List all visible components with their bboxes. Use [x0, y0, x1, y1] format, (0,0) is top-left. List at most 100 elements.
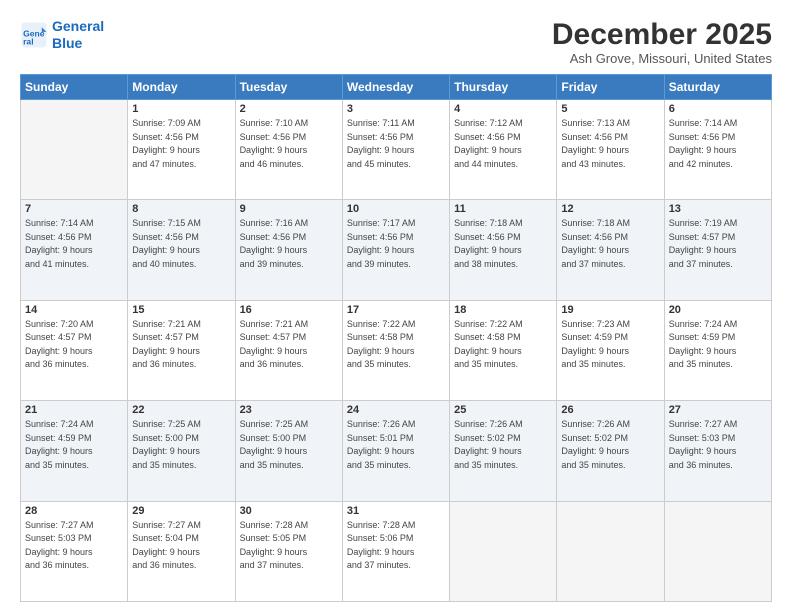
day-info: Sunrise: 7:21 AM Sunset: 4:57 PM Dayligh… — [132, 318, 230, 372]
calendar-week-row: 28 Sunrise: 7:27 AM Sunset: 5:03 PM Dayli… — [21, 501, 772, 601]
day-number: 5 — [561, 103, 659, 115]
day-number: 30 — [240, 505, 338, 517]
day-info: Sunrise: 7:15 AM Sunset: 4:56 PM Dayligh… — [132, 217, 230, 271]
calendar-day-cell: 20Sunrise: 7:24 AM Sunset: 4:59 PM Dayli… — [664, 300, 771, 400]
calendar-table: SundayMondayTuesdayWednesdayThursdayFrid… — [20, 74, 772, 602]
calendar-week-row: 14 Sunrise: 7:20 AM Sunset: 4:57 PM Dayli… — [21, 300, 772, 400]
day-header-saturday: Saturday — [664, 75, 771, 100]
page: Gene ral General Blue December 2025 Ash … — [0, 0, 792, 612]
day-number: 16 — [240, 304, 338, 316]
day-info: Sunrise: 7:26 AM Sunset: 5:01 PM Dayligh… — [347, 418, 445, 472]
day-info: Sunrise: 7:09 AM Sunset: 4:56 PM Dayligh… — [132, 117, 230, 171]
calendar-week-row: 21 Sunrise: 7:24 AM Sunset: 4:59 PM Dayli… — [21, 401, 772, 501]
calendar-day-cell: 18 Sunrise: 7:22 AM Sunset: 4:58 PM Dayli… — [450, 300, 557, 400]
day-number: 1 — [132, 103, 230, 115]
day-info: Sunrise: 7:14 AM Sunset: 4:56 PM Dayligh… — [25, 217, 123, 271]
day-number: 3 — [347, 103, 445, 115]
day-number: 9 — [240, 203, 338, 215]
calendar-day-cell: 10Sunrise: 7:17 AM Sunset: 4:56 PM Dayli… — [342, 200, 449, 300]
day-info: Sunrise: 7:24 AM Sunset: 4:59 PM Dayligh… — [25, 418, 123, 472]
title-block: December 2025 Ash Grove, Missouri, Unite… — [552, 18, 772, 66]
calendar-day-cell: 8 Sunrise: 7:15 AM Sunset: 4:56 PM Daylig… — [128, 200, 235, 300]
calendar-day-cell: 19 Sunrise: 7:23 AM Sunset: 4:59 PM Dayli… — [557, 300, 664, 400]
day-info: Sunrise: 7:20 AM Sunset: 4:57 PM Dayligh… — [25, 318, 123, 372]
day-info: Sunrise: 7:25 AM Sunset: 5:00 PM Dayligh… — [132, 418, 230, 472]
day-number: 7 — [25, 203, 123, 215]
day-header-tuesday: Tuesday — [235, 75, 342, 100]
day-number: 18 — [454, 304, 552, 316]
day-info: Sunrise: 7:16 AM Sunset: 4:56 PM Dayligh… — [240, 217, 338, 271]
day-number: 28 — [25, 505, 123, 517]
day-number: 17 — [347, 304, 445, 316]
calendar-day-cell: 26 Sunrise: 7:26 AM Sunset: 5:02 PM Dayli… — [557, 401, 664, 501]
calendar-day-cell: 28 Sunrise: 7:27 AM Sunset: 5:03 PM Dayli… — [21, 501, 128, 601]
day-header-monday: Monday — [128, 75, 235, 100]
calendar-day-cell: 16 Sunrise: 7:21 AM Sunset: 4:57 PM Dayli… — [235, 300, 342, 400]
day-number: 31 — [347, 505, 445, 517]
calendar-day-cell: 1 Sunrise: 7:09 AM Sunset: 4:56 PM Daylig… — [128, 100, 235, 200]
day-header-sunday: Sunday — [21, 75, 128, 100]
calendar-day-cell — [557, 501, 664, 601]
calendar-header-row: SundayMondayTuesdayWednesdayThursdayFrid… — [21, 75, 772, 100]
svg-text:ral: ral — [23, 36, 33, 46]
day-info: Sunrise: 7:10 AM Sunset: 4:56 PM Dayligh… — [240, 117, 338, 171]
day-info: Sunrise: 7:18 AM Sunset: 4:56 PM Dayligh… — [561, 217, 659, 271]
day-info: Sunrise: 7:11 AM Sunset: 4:56 PM Dayligh… — [347, 117, 445, 171]
day-info: Sunrise: 7:24 AM Sunset: 4:59 PM Dayligh… — [669, 318, 767, 372]
day-number: 29 — [132, 505, 230, 517]
day-number: 15 — [132, 304, 230, 316]
day-number: 19 — [561, 304, 659, 316]
calendar-day-cell: 13 Sunrise: 7:19 AM Sunset: 4:57 PM Dayli… — [664, 200, 771, 300]
calendar-day-cell: 22Sunrise: 7:25 AM Sunset: 5:00 PM Dayli… — [128, 401, 235, 501]
calendar-day-cell: 6 Sunrise: 7:14 AM Sunset: 4:56 PM Daylig… — [664, 100, 771, 200]
day-info: Sunrise: 7:26 AM Sunset: 5:02 PM Dayligh… — [454, 418, 552, 472]
page-subtitle: Ash Grove, Missouri, United States — [552, 51, 772, 66]
day-info: Sunrise: 7:25 AM Sunset: 5:00 PM Dayligh… — [240, 418, 338, 472]
day-number: 21 — [25, 404, 123, 416]
day-info: Sunrise: 7:26 AM Sunset: 5:02 PM Dayligh… — [561, 418, 659, 472]
day-number: 14 — [25, 304, 123, 316]
day-number: 4 — [454, 103, 552, 115]
day-number: 2 — [240, 103, 338, 115]
calendar-day-cell: 9 Sunrise: 7:16 AM Sunset: 4:56 PM Daylig… — [235, 200, 342, 300]
calendar-day-cell: 24Sunrise: 7:26 AM Sunset: 5:01 PM Dayli… — [342, 401, 449, 501]
day-header-wednesday: Wednesday — [342, 75, 449, 100]
logo-text: General Blue — [52, 18, 104, 52]
calendar-day-cell: 14 Sunrise: 7:20 AM Sunset: 4:57 PM Dayli… — [21, 300, 128, 400]
day-info: Sunrise: 7:21 AM Sunset: 4:57 PM Dayligh… — [240, 318, 338, 372]
calendar-day-cell: 11Sunrise: 7:18 AM Sunset: 4:56 PM Dayli… — [450, 200, 557, 300]
calendar-day-cell: 17 Sunrise: 7:22 AM Sunset: 4:58 PM Dayli… — [342, 300, 449, 400]
calendar-day-cell: 31 Sunrise: 7:28 AM Sunset: 5:06 PM Dayli… — [342, 501, 449, 601]
day-number: 26 — [561, 404, 659, 416]
calendar-day-cell — [21, 100, 128, 200]
day-info: Sunrise: 7:12 AM Sunset: 4:56 PM Dayligh… — [454, 117, 552, 171]
day-info: Sunrise: 7:28 AM Sunset: 5:05 PM Dayligh… — [240, 519, 338, 573]
calendar-day-cell: 25 Sunrise: 7:26 AM Sunset: 5:02 PM Dayli… — [450, 401, 557, 501]
calendar-day-cell: 30 Sunrise: 7:28 AM Sunset: 5:05 PM Dayli… — [235, 501, 342, 601]
calendar-week-row: 7 Sunrise: 7:14 AM Sunset: 4:56 PM Daylig… — [21, 200, 772, 300]
day-info: Sunrise: 7:13 AM Sunset: 4:56 PM Dayligh… — [561, 117, 659, 171]
day-info: Sunrise: 7:22 AM Sunset: 4:58 PM Dayligh… — [347, 318, 445, 372]
day-info: Sunrise: 7:27 AM Sunset: 5:03 PM Dayligh… — [25, 519, 123, 573]
day-info: Sunrise: 7:23 AM Sunset: 4:59 PM Dayligh… — [561, 318, 659, 372]
calendar-day-cell: 12 Sunrise: 7:18 AM Sunset: 4:56 PM Dayli… — [557, 200, 664, 300]
calendar-day-cell: 29Sunrise: 7:27 AM Sunset: 5:04 PM Dayli… — [128, 501, 235, 601]
calendar-day-cell: 4 Sunrise: 7:12 AM Sunset: 4:56 PM Daylig… — [450, 100, 557, 200]
day-info: Sunrise: 7:14 AM Sunset: 4:56 PM Dayligh… — [669, 117, 767, 171]
calendar-day-cell: 3 Sunrise: 7:11 AM Sunset: 4:56 PM Daylig… — [342, 100, 449, 200]
day-number: 6 — [669, 103, 767, 115]
day-info: Sunrise: 7:18 AM Sunset: 4:56 PM Dayligh… — [454, 217, 552, 271]
day-info: Sunrise: 7:28 AM Sunset: 5:06 PM Dayligh… — [347, 519, 445, 573]
day-info: Sunrise: 7:19 AM Sunset: 4:57 PM Dayligh… — [669, 217, 767, 271]
day-number: 25 — [454, 404, 552, 416]
day-number: 10 — [347, 203, 445, 215]
day-number: 27 — [669, 404, 767, 416]
day-info: Sunrise: 7:22 AM Sunset: 4:58 PM Dayligh… — [454, 318, 552, 372]
day-number: 13 — [669, 203, 767, 215]
day-info: Sunrise: 7:27 AM Sunset: 5:03 PM Dayligh… — [669, 418, 767, 472]
day-number: 8 — [132, 203, 230, 215]
day-number: 12 — [561, 203, 659, 215]
page-title: December 2025 — [552, 18, 772, 51]
calendar-day-cell — [664, 501, 771, 601]
header: Gene ral General Blue December 2025 Ash … — [20, 18, 772, 66]
